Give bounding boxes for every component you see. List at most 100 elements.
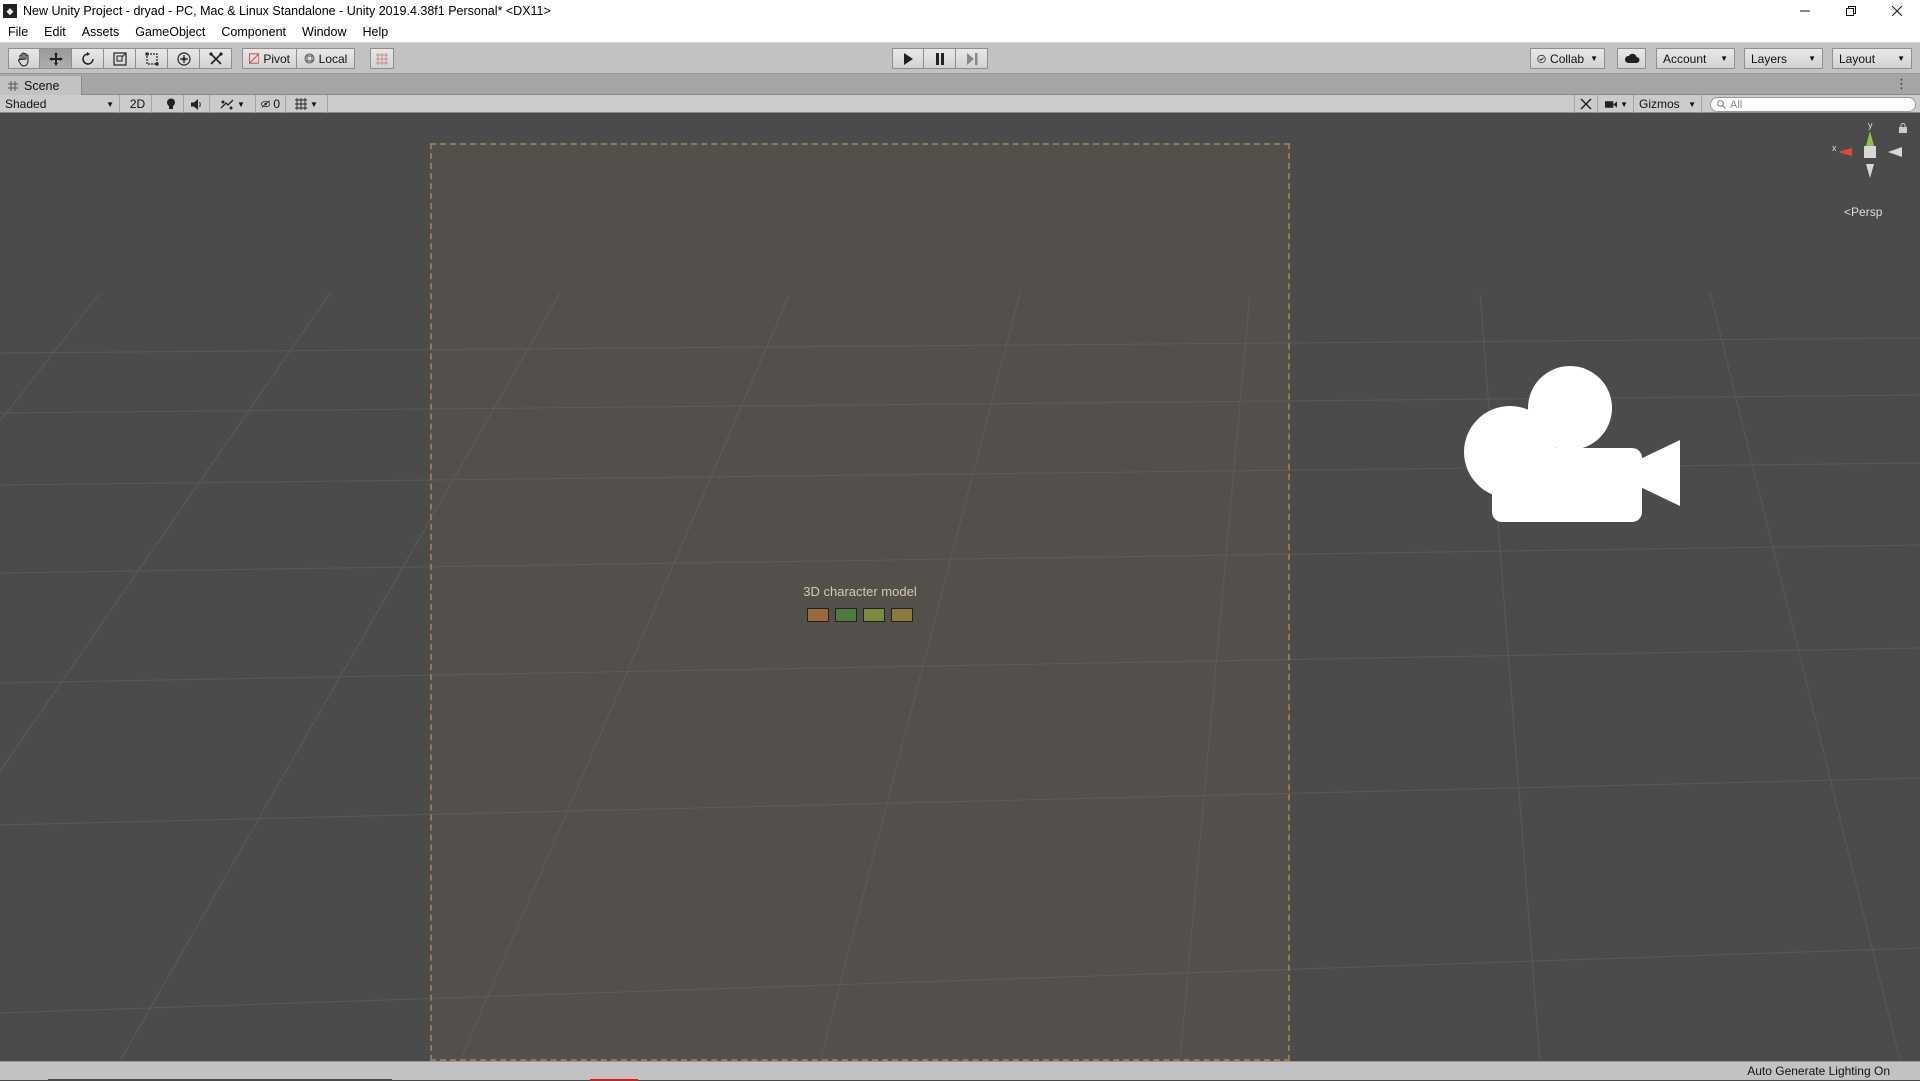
move-tool-button[interactable]	[40, 48, 72, 69]
rotate-tool-button[interactable]	[72, 48, 104, 69]
menu-help[interactable]: Help	[354, 25, 396, 39]
chevron-down-icon: ▼	[1590, 54, 1598, 63]
custom-tools-icon	[208, 51, 223, 65]
status-bar: Auto Generate Lighting On	[0, 1061, 1920, 1081]
character-model-placeholder[interactable]: 3D character model	[430, 143, 1290, 1061]
effects-icon	[220, 99, 234, 109]
main-toolbar: Pivot Local Collab ▼ Account ▼ Layers ▼ …	[0, 43, 1920, 74]
axis-y-label: y	[1868, 120, 1873, 130]
hidden-count: 0	[273, 97, 280, 111]
chevron-down-icon: ▼	[237, 99, 245, 109]
restore-icon[interactable]	[1828, 0, 1874, 22]
pivot-toggle[interactable]: Pivot	[242, 48, 297, 69]
chevron-down-icon: ▼	[1720, 54, 1728, 63]
eye-slash-icon	[261, 100, 271, 108]
close-icon[interactable]	[1874, 0, 1920, 22]
gizmos-dropdown[interactable]: Gizmos ▼	[1634, 95, 1702, 113]
grid-icon	[295, 98, 308, 110]
grid-snap-icon	[376, 52, 388, 65]
menu-edit[interactable]: Edit	[36, 25, 74, 39]
window-title: New Unity Project - dryad - PC, Mac & Li…	[23, 4, 551, 18]
move-icon	[48, 51, 63, 66]
scene-grid-icon	[8, 80, 18, 91]
pivot-label: Pivot	[263, 51, 290, 66]
layout-label: Layout	[1839, 51, 1876, 66]
search-placeholder: All	[1730, 98, 1743, 111]
chevron-down-icon: ▼	[310, 99, 318, 109]
grid-dropdown[interactable]: ▼	[286, 95, 328, 113]
scene-tab-label: Scene	[24, 78, 60, 93]
tab-menu-icon[interactable]: ⋮	[1895, 76, 1908, 92]
lock-icon[interactable]	[1899, 123, 1907, 133]
collab-controls: Collab ▼	[1530, 48, 1605, 69]
audio-toggle[interactable]	[184, 95, 210, 113]
search-icon	[1717, 100, 1726, 109]
chevron-down-icon: ▼	[1688, 99, 1696, 109]
camera-gizmo-icon[interactable]	[1448, 358, 1680, 524]
status-text: Auto Generate Lighting On	[1747, 1064, 1890, 1078]
transform-tools	[8, 48, 232, 69]
layout-controls: Layout ▼	[1832, 48, 1912, 69]
scale-tool-button[interactable]	[104, 48, 136, 69]
collab-button[interactable]: Collab ▼	[1530, 48, 1605, 69]
hand-icon	[17, 51, 29, 67]
orientation-gizmo[interactable]: y x	[1830, 118, 1910, 208]
draw-mode-dropdown[interactable]: Shaded ▼	[0, 95, 120, 113]
rotate-icon	[81, 51, 94, 65]
step-icon	[966, 52, 977, 65]
account-controls: Account ▼	[1656, 48, 1735, 69]
axis-x-label: x	[1832, 143, 1837, 153]
cloth-swatch	[834, 608, 857, 622]
tab-scene[interactable]: Scene	[0, 76, 82, 95]
transform-tool-button[interactable]	[168, 48, 200, 69]
menu-file[interactable]: File	[0, 25, 36, 39]
menu-window[interactable]: Window	[294, 25, 354, 39]
chevron-down-icon: ▼	[1808, 54, 1816, 63]
menu-assets[interactable]: Assets	[74, 25, 128, 39]
character-color-swatches	[803, 608, 916, 622]
scene-search-input[interactable]: All	[1710, 97, 1916, 112]
menu-component[interactable]: Component	[213, 25, 294, 39]
cloud-button[interactable]	[1617, 48, 1646, 69]
scene-camera-dropdown[interactable]: ▼	[1600, 95, 1634, 113]
projection-text: Persp	[1851, 205, 1883, 219]
chevron-left-icon: <	[1844, 205, 1852, 219]
camera-icon	[1605, 100, 1618, 108]
scale-icon	[112, 51, 127, 66]
layers-controls: Layers ▼	[1744, 48, 1823, 69]
play-button[interactable]	[892, 48, 924, 69]
transform-icon	[176, 51, 191, 66]
scene-tools-toggle[interactable]	[1574, 95, 1598, 113]
skin-swatch	[806, 608, 829, 622]
projection-label[interactable]: <Persp	[1844, 205, 1882, 219]
mode-2d-toggle[interactable]: 2D	[124, 95, 152, 113]
menu-gameobject[interactable]: GameObject	[127, 25, 213, 39]
hidden-objects-toggle[interactable]: 0	[256, 95, 286, 113]
cloud-icon	[1624, 53, 1639, 63]
grid-snap-button[interactable]	[370, 48, 394, 69]
layout-dropdown[interactable]: Layout ▼	[1832, 48, 1912, 69]
custom-tool-button[interactable]	[200, 48, 232, 69]
mode-2d-label: 2D	[129, 97, 146, 111]
pause-button[interactable]	[924, 48, 956, 69]
account-dropdown[interactable]: Account ▼	[1656, 48, 1735, 69]
local-toggle[interactable]: Local	[297, 48, 355, 69]
snap-controls	[370, 48, 394, 69]
account-label: Account	[1663, 51, 1707, 66]
step-button[interactable]	[956, 48, 988, 69]
hair-swatch	[862, 608, 885, 622]
pause-icon	[935, 52, 944, 65]
title-bar: ◆ New Unity Project - dryad - PC, Mac & …	[0, 0, 1920, 22]
scene-viewport[interactable]: 3D character model y x <Persp	[0, 113, 1920, 1061]
gizmos-label: Gizmos	[1639, 97, 1680, 111]
unity-icon: ◆	[3, 4, 17, 18]
effects-dropdown[interactable]: ▼	[210, 95, 256, 113]
draw-mode-label: Shaded	[5, 97, 47, 111]
rect-tool-button[interactable]	[136, 48, 168, 69]
lighting-toggle[interactable]	[158, 95, 184, 113]
minimize-icon[interactable]	[1782, 0, 1828, 22]
layers-dropdown[interactable]: Layers ▼	[1744, 48, 1823, 69]
chevron-down-icon: ▼	[106, 99, 114, 109]
hand-tool-button[interactable]	[8, 48, 40, 69]
play-controls	[892, 48, 988, 69]
